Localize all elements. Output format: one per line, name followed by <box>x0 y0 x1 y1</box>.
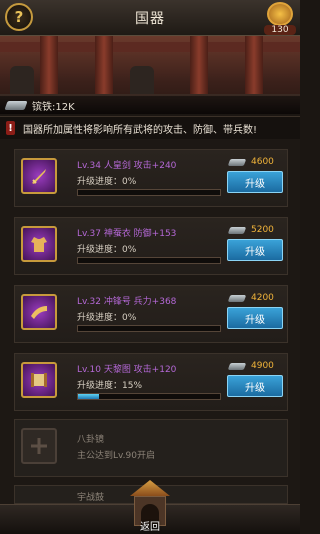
notice-text: 国器所加属性将影响所有武将的攻击、防御、带兵数! <box>23 124 258 136</box>
progress-label: 升级进度：0% <box>77 245 137 255</box>
artifact-name: Lv.37 神蚕衣 防御+153 <box>77 229 177 239</box>
progress-label: 升级进度：0% <box>77 313 137 323</box>
horn-icon[interactable] <box>21 294 57 330</box>
iron-ingot-icon <box>227 294 247 302</box>
iron-ingot-icon <box>227 226 247 234</box>
artifact-card-locked: 八卦镜 主公达到Lv.90开启 <box>14 419 288 477</box>
progress-fill <box>78 394 100 399</box>
iron-amount: 镔铁:12K <box>32 101 75 113</box>
scroll-icon[interactable] <box>21 362 57 398</box>
gold-currency[interactable]: 130 <box>264 2 296 35</box>
artifact-name: Lv.10 天黎图 攻击+120 <box>77 365 177 375</box>
lock-icon <box>21 428 57 464</box>
upgrade-cost: 4200 <box>227 291 285 305</box>
exclamation-icon: ! <box>6 121 15 135</box>
upgrade-cost: 4600 <box>227 155 285 169</box>
artifact-name: Lv.32 冲锋号 兵力+368 <box>77 297 177 307</box>
iron-ingot-icon <box>227 362 247 370</box>
iron-ingot-icon <box>4 100 28 110</box>
upgrade-cost: 4900 <box>227 359 285 373</box>
iron-ingot-icon <box>227 158 247 166</box>
progress-label: 升级进度：0% <box>77 177 137 187</box>
cost-value: 4600 <box>251 157 274 167</box>
cost-value: 4900 <box>251 361 274 371</box>
progress-bar <box>77 393 221 400</box>
gold-coin-icon <box>267 2 293 26</box>
locked-artifact-name: 宇战鼓 <box>77 493 105 503</box>
header-bar: ? 国器 130 <box>0 0 300 36</box>
cost-value: 5200 <box>251 225 274 235</box>
page-title: 国器 <box>135 11 165 27</box>
gate-roof-icon <box>130 480 170 496</box>
notice-bar: ! 国器所加属性将影响所有武将的攻击、防御、带兵数! <box>0 116 300 140</box>
iron-resource-row: 镔铁:12K <box>0 96 300 114</box>
upgrade-button[interactable]: 升级 <box>227 375 283 397</box>
upgrade-button[interactable]: 升级 <box>227 239 283 261</box>
back-label: 返回 <box>140 522 160 533</box>
armor-icon[interactable] <box>21 226 57 262</box>
artifact-card-sword: Lv.34 人皇剑 攻击+240 升级进度：0% 4600 升级 <box>14 149 288 207</box>
artifact-card-armor: Lv.37 神蚕衣 防御+153 升级进度：0% 5200 升级 <box>14 217 288 275</box>
progress-bar <box>77 189 221 196</box>
progress-bar <box>77 257 221 264</box>
upgrade-button[interactable]: 升级 <box>227 171 283 193</box>
progress-label: 升级进度：15% <box>77 381 143 391</box>
unlock-requirement: 主公达到Lv.90开启 <box>77 451 155 461</box>
artifact-card-horn: Lv.32 冲锋号 兵力+368 升级进度：0% 4200 升级 <box>14 285 288 343</box>
upgrade-button[interactable]: 升级 <box>227 307 283 329</box>
upgrade-cost: 5200 <box>227 223 285 237</box>
back-button[interactable]: 返回 <box>126 478 174 533</box>
cost-value: 4200 <box>251 293 274 303</box>
locked-artifact-name: 八卦镜 <box>77 435 105 445</box>
artifact-list[interactable]: Lv.34 人皇剑 攻击+240 升级进度：0% 4600 升级 Lv.37 神… <box>0 139 300 504</box>
progress-bar <box>77 325 221 332</box>
gold-count: 130 <box>264 25 296 35</box>
sword-icon[interactable] <box>21 158 57 194</box>
artifact-card-scroll: Lv.10 天黎图 攻击+120 升级进度：15% 4900 升级 <box>14 353 288 411</box>
artifact-name: Lv.34 人皇剑 攻击+240 <box>77 161 177 171</box>
